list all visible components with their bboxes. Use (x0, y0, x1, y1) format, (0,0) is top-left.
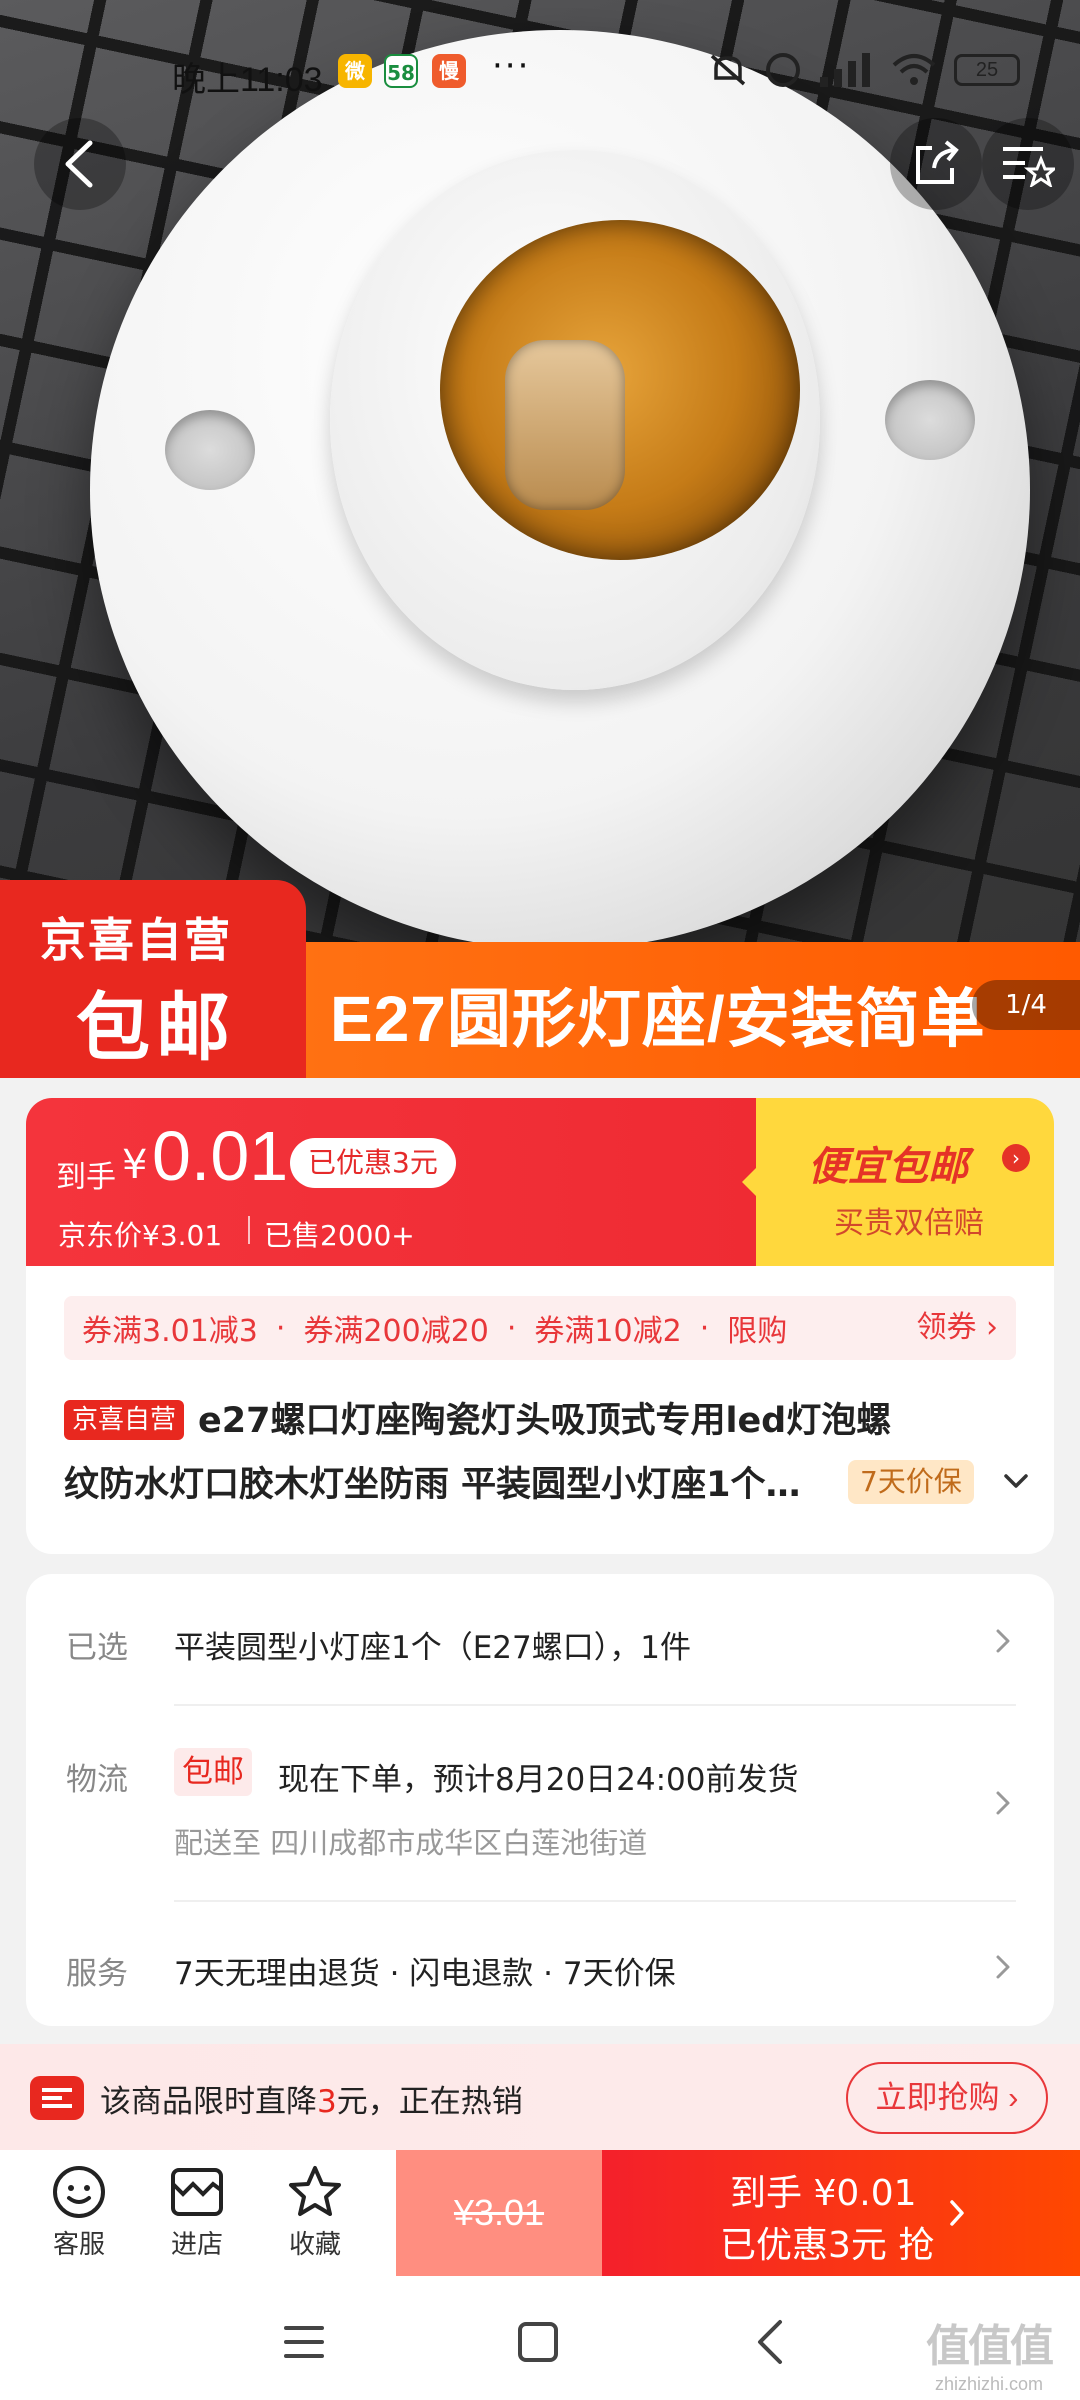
promo-icon (30, 2076, 84, 2120)
free-shipping-tag: 包邮 (174, 1748, 252, 1796)
original-price-button[interactable]: ¥3.01 (396, 2150, 602, 2276)
price-card: 到手 ¥ 0.01 已优惠3元 京东价¥3.01 已售2000+ 便宜包邮 › … (26, 1098, 1054, 1266)
product-title-line2: 纹防水灯口胶木灯坐防雨 平装圆型小灯座1个（E27螺口） (64, 1465, 824, 1505)
status-time: 晚上11:03 (172, 61, 323, 99)
share-icon (916, 140, 959, 184)
recent-apps-icon[interactable] (274, 2312, 334, 2372)
purchase-limit: 限购 (727, 1314, 788, 1349)
share-button[interactable] (890, 118, 982, 210)
image-counter: 1/4 (972, 980, 1080, 1030)
self-operated-tag: 京喜自营 (64, 1400, 185, 1440)
coupon-separator: · (699, 1310, 710, 1346)
promo-text-before: 该商品限时直降 (100, 2084, 317, 2120)
mute-icon (710, 54, 746, 86)
favorite-label: 收藏 (288, 2230, 341, 2260)
get-coupon-button[interactable]: 领券 › (916, 1296, 998, 1360)
banner-free-ship: 包邮 (76, 985, 236, 1071)
price-divider (248, 1216, 250, 1244)
cheap-guarantee-title: 便宜包邮 (808, 1144, 968, 1190)
banner-badge: 京喜自营 包邮 (0, 880, 306, 1078)
store-button[interactable]: 进店 (152, 2164, 242, 2261)
back-button[interactable] (34, 118, 126, 210)
mount-hole-right (885, 380, 975, 460)
slow-app-icon: 慢 (432, 54, 466, 88)
banner-title: E27圆形灯座/安装简单 (330, 983, 986, 1055)
chevron-right-icon (950, 2200, 964, 2226)
sold-count: 已售2000+ (264, 1219, 415, 1252)
socket-contact (505, 340, 625, 510)
customer-service-label: 客服 (52, 2230, 105, 2260)
back-nav-icon[interactable] (742, 2312, 802, 2372)
buy-discount: 已优惠3元 抢 (720, 2225, 935, 2266)
buy-price: 到手 ¥0.01 (730, 2173, 917, 2214)
alarm-icon (766, 53, 800, 87)
chevron-down-icon[interactable] (996, 1462, 1036, 1502)
logistics-label: 物流 (66, 1762, 128, 1798)
delivery-address: 配送至 四川成都市成华区白莲池街道 (174, 1826, 648, 1860)
customer-service-icon (53, 2166, 105, 2218)
coupon-separator: · (506, 1310, 517, 1346)
promo-bar: 该商品限时直降3元，正在热销 立即抢购 › (0, 2044, 1080, 2150)
wifi-icon (892, 54, 936, 85)
star-icon (289, 2166, 341, 2216)
home-icon[interactable] (508, 2312, 568, 2372)
currency-symbol: ¥ (122, 1142, 148, 1188)
selected-label: 已选 (66, 1630, 128, 1666)
store-label: 进店 (170, 2230, 223, 2260)
product-info-card: 券满3.01减3 · 券满200减20 · 券满10减2 · 限购 领券 › 京… (26, 1266, 1054, 1554)
row-divider (174, 1704, 1016, 1706)
bottom-action-bar: 客服 进店 收藏 ¥3.01 到手 ¥0.01 已优惠3元 抢 (0, 2150, 1080, 2276)
system-nav-bar (0, 2276, 1080, 2400)
status-bar: 晚上11:03 微 58 慢 ··· 25 (0, 0, 1080, 140)
coupon-item: 券满200减20 (303, 1314, 489, 1349)
signal-icon (820, 53, 870, 87)
discount-tag: 已优惠3元 (290, 1138, 456, 1188)
price-panel: 到手 ¥ 0.01 已优惠3元 京东价¥3.01 已售2000+ (26, 1098, 756, 1266)
favorite-button[interactable]: 收藏 (270, 2164, 360, 2261)
detail-card: 已选 平装圆型小灯座1个（E27螺口），1件 物流 包邮 现在下单，预计8月20… (26, 1574, 1054, 2026)
coupon-separator: · (275, 1310, 286, 1346)
buy-button[interactable]: 到手 ¥0.01 已优惠3元 抢 (602, 2150, 1080, 2276)
more-menu-button[interactable] (982, 118, 1074, 210)
coupon-item: 券满3.01减3 (82, 1314, 258, 1349)
58-app-icon: 58 (384, 54, 418, 88)
cheap-guarantee-sub: 买贵双倍赔 (834, 1206, 984, 1241)
row-divider (174, 1900, 1016, 1902)
weibo-app-icon: 微 (338, 54, 372, 88)
final-price: 0.01 (152, 1117, 289, 1195)
service-label: 服务 (66, 1956, 128, 1992)
chevron-right-icon (996, 1955, 1010, 1979)
selected-value: 平装圆型小灯座1个（E27螺口），1件 (174, 1630, 691, 1666)
promo-text: 该商品限时直降3元，正在热销 (100, 2076, 523, 2121)
coupon-item: 券满10减2 (534, 1314, 682, 1349)
cheap-guarantee[interactable]: 便宜包邮 › 买贵双倍赔 (742, 1098, 1054, 1266)
final-price-label: 到手 (56, 1160, 116, 1195)
chevron-right-icon: › (1002, 1144, 1030, 1172)
jd-price: 京东价¥3.01 (58, 1219, 223, 1252)
coupon-strip[interactable]: 券满3.01减3 · 券满200减20 · 券满10减2 · 限购 领券 › (64, 1296, 1016, 1360)
product-title-line1: e27螺口灯座陶瓷灯头吸顶式专用led灯泡螺 (198, 1401, 892, 1441)
banner-brand: 京喜自营 (40, 913, 232, 967)
menu-star-icon (1003, 147, 1055, 187)
mount-hole-left (165, 410, 255, 490)
price-protect-badge: 7天价保 (848, 1460, 974, 1504)
promo-text-after: 元，正在热销 (336, 2084, 523, 2120)
more-notifications-icon: ··· (492, 46, 531, 86)
back-arrow-icon (65, 140, 93, 188)
status-icons: 25 (708, 52, 1020, 88)
logistics-value: 现在下单，预计8月20日24:00前发货 (278, 1762, 799, 1798)
chevron-right-icon (996, 1791, 1010, 1815)
customer-service-button[interactable]: 客服 (34, 2164, 124, 2261)
watermark-logo: 值值值 (926, 2322, 1054, 2371)
battery-icon: 25 (954, 54, 1020, 86)
watermark-url: zhizhizhi.com (934, 2374, 1044, 2394)
buy-now-promo-button[interactable]: 立即抢购 › (846, 2062, 1048, 2134)
chevron-right-icon (996, 1629, 1010, 1653)
site-watermark: 值值值 zhizhizhi.com (926, 2310, 1054, 2395)
promo-amount: 3 (317, 2084, 337, 2120)
buy-now-promo-label: 立即抢购 (875, 2080, 1000, 2115)
service-value: 7天无理由退货 · 闪电退款 · 7天价保 (174, 1956, 676, 1992)
get-coupon-label: 领券 (916, 1310, 977, 1345)
store-icon (171, 2168, 223, 2216)
